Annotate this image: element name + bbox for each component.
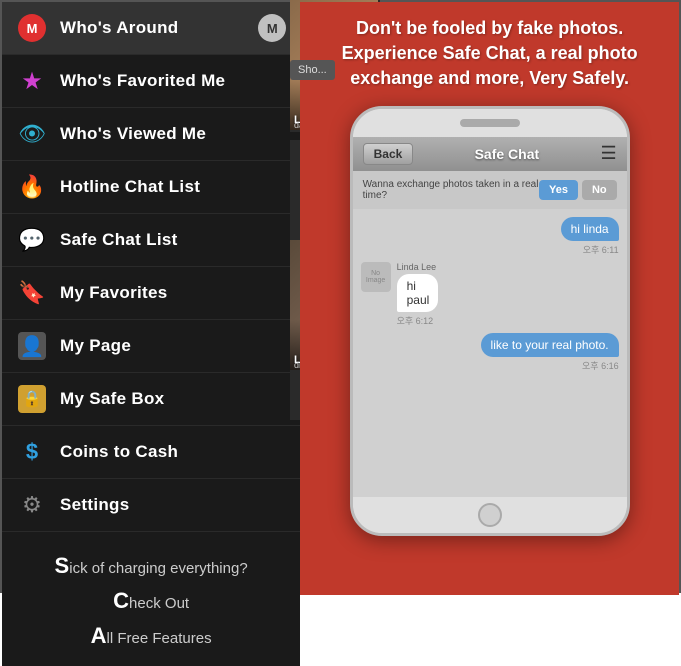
message-left-content: Linda Lee hi paul 오후 6:12	[397, 262, 452, 327]
promo-line1: Sick of charging everything?	[12, 548, 290, 583]
promo-headline: Don't be fooled by fake photos. Experien…	[322, 2, 658, 102]
my-page-icon: 👤	[16, 330, 48, 362]
message-time-1: 오후 6:11	[583, 243, 619, 256]
favorited-icon: ★	[16, 65, 48, 97]
red-m-icon: M	[18, 14, 46, 42]
exchange-banner: Wanna exchange photos taken in a real ti…	[353, 171, 627, 209]
bookmark-icon: 🔖	[18, 280, 45, 306]
safe-box-icon: 🔒	[16, 383, 48, 415]
message-3: like to your real photo. 오후 6:16	[361, 333, 619, 372]
safe-box-bg: 🔒	[18, 385, 46, 413]
settings-label: Settings	[60, 495, 129, 515]
sender-name: Linda Lee	[397, 262, 452, 272]
settings-icon: ⚙	[16, 489, 48, 521]
menu-item-whos-favorited[interactable]: ★ Who's Favorited Me	[2, 55, 300, 108]
menu-item-whos-around[interactable]: M Who's Around M	[2, 2, 300, 55]
phone-bottom-bar	[353, 497, 627, 533]
m-avatar: M	[258, 14, 286, 42]
home-button[interactable]	[478, 503, 502, 527]
viewed-icon: 👁	[16, 118, 48, 150]
menu-list: M Who's Around M ★ Who's Favorited Me 👁 …	[2, 2, 300, 532]
promo-line2: Check Out	[12, 583, 290, 618]
message-2: NoImage Linda Lee hi paul 오후 6:12	[361, 262, 619, 327]
hotline-icon: 🔥	[16, 171, 48, 203]
my-safe-box-label: My Safe Box	[60, 389, 164, 409]
message-1: hi linda 오후 6:11	[361, 217, 619, 256]
phone-speaker	[460, 119, 520, 127]
menu-item-my-favorites[interactable]: 🔖 My Favorites	[2, 267, 300, 320]
menu-item-hotline-chat[interactable]: 🔥 Hotline Chat List	[2, 161, 300, 214]
yes-button[interactable]: Yes	[539, 180, 578, 200]
message-bubble-1: hi linda	[561, 217, 619, 241]
hotline-chat-label: Hotline Chat List	[60, 177, 200, 197]
promo-line3: All Free Features	[12, 618, 290, 653]
phone-top-bar	[353, 109, 627, 137]
message-time-3: 오후 6:16	[582, 359, 619, 372]
phone-mockup: Back Safe Chat ☰ Wanna exchange photos t…	[350, 106, 630, 536]
whos-around-label: Who's Around	[60, 18, 178, 38]
chat-header: Back Safe Chat ☰	[353, 137, 627, 171]
bottom-promo: Sick of charging everything? Check Out A…	[2, 532, 300, 666]
dollar-icon: $	[26, 439, 38, 465]
coins-to-cash-label: Coins to Cash	[60, 442, 178, 462]
safe-chat-label: Safe Chat List	[60, 230, 178, 250]
show-more-button[interactable]: Sho...	[290, 60, 335, 80]
left-panel: M Who's Around M ★ Who's Favorited Me 👁 …	[2, 2, 300, 595]
back-button[interactable]: Back	[363, 143, 414, 165]
favorites-icon: 🔖	[16, 277, 48, 309]
message-bubble-3: like to your real photo.	[481, 333, 619, 357]
chat-icon: 💬	[18, 227, 45, 253]
menu-item-whos-viewed[interactable]: 👁 Who's Viewed Me	[2, 108, 300, 161]
right-panel: Don't be fooled by fake photos. Experien…	[300, 2, 679, 595]
my-page-label: My Page	[60, 336, 131, 356]
person-icon: 👤	[18, 332, 46, 360]
lock-icon: 🔒	[22, 389, 42, 409]
menu-item-settings[interactable]: ⚙ Settings	[2, 479, 300, 532]
whos-viewed-label: Who's Viewed Me	[60, 124, 206, 144]
chat-title: Safe Chat	[475, 146, 540, 162]
whos-around-icon: M	[16, 12, 48, 44]
chat-messages: hi linda 오후 6:11 NoImage Linda Lee hi pa…	[353, 209, 627, 497]
chat-list-icon[interactable]: ☰	[600, 143, 616, 164]
gear-icon: ⚙	[22, 492, 42, 518]
no-button[interactable]: No	[582, 180, 617, 200]
banner-buttons: Yes No	[539, 180, 617, 200]
fire-icon: 🔥	[18, 174, 45, 200]
show-more-area: Sho...	[290, 60, 378, 80]
eye-icon: 👁	[18, 121, 46, 147]
menu-item-safe-chat[interactable]: 💬 Safe Chat List	[2, 214, 300, 267]
avatar-linda: NoImage	[361, 262, 391, 292]
safe-chat-icon: 💬	[16, 224, 48, 256]
banner-text: Wanna exchange photos taken in a real ti…	[363, 179, 539, 201]
star-icon: ★	[21, 67, 43, 96]
menu-item-coins-to-cash[interactable]: $ Coins to Cash	[2, 426, 300, 479]
phone-screen: Back Safe Chat ☰ Wanna exchange photos t…	[353, 137, 627, 497]
whos-favorited-label: Who's Favorited Me	[60, 71, 225, 91]
my-favorites-label: My Favorites	[60, 283, 168, 303]
menu-item-my-page[interactable]: 👤 My Page	[2, 320, 300, 373]
message-time-2: 오후 6:12	[397, 314, 452, 327]
message-bubble-2: hi paul	[397, 274, 439, 312]
menu-item-my-safe-box[interactable]: 🔒 My Safe Box	[2, 373, 300, 426]
coins-icon: $	[16, 436, 48, 468]
